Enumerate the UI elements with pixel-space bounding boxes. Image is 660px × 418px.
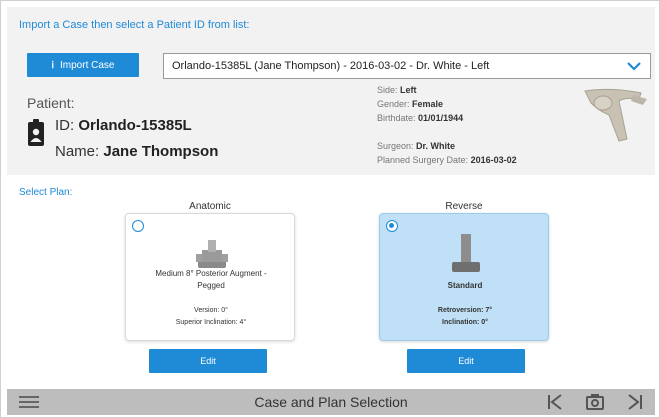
import-case-label: Import Case [60, 59, 115, 71]
anatomic-name-line2: Pegged [197, 281, 225, 290]
patient-name-prefix: Name: [55, 143, 100, 160]
anatomic-radio[interactable] [132, 220, 144, 232]
patient-name-value: Jane Thompson [103, 143, 219, 160]
surgeon-info: Surgeon: Dr. White [377, 141, 456, 151]
select-plan-label: Select Plan: [19, 187, 73, 198]
reverse-retroversion: Retroversion: 7° [437, 307, 493, 314]
scapula-image [584, 88, 647, 142]
patient-label: Patient: [27, 95, 75, 111]
reverse-inclination: Inclination: 0° [442, 319, 488, 326]
reverse-plan-card[interactable]: Standard Retroversion: 7° Inclination: 0… [379, 213, 549, 341]
chevron-down-icon [627, 62, 641, 71]
case-select-value: Orlando-15385L (Jane Thompson) - 2016-03… [172, 60, 490, 72]
anatomic-version: Version: 0° [194, 307, 228, 314]
patient-id: ID: Orlando-15385L [55, 117, 192, 134]
birthdate-info: Birthdate: 01/01/1944 [377, 113, 464, 123]
anatomic-edit-button[interactable]: Edit [149, 349, 267, 373]
id-badge-icon [28, 119, 44, 146]
app-window: Import a Case then select a Patient ID f… [0, 0, 660, 418]
patient-id-value: Orlando-15385L [78, 117, 192, 134]
reverse-implant-icon [452, 234, 480, 272]
camera-icon[interactable] [585, 393, 605, 411]
anatomic-inclination: Superior Inclination: 4° [175, 319, 247, 326]
anatomic-name-line1: Medium 8° Posterior Augment - [155, 269, 267, 278]
surgery-date-info: Planned Surgery Date: 2016-03-02 [377, 155, 517, 165]
case-select-dropdown[interactable]: Orlando-15385L (Jane Thompson) - 2016-03… [163, 53, 651, 79]
bottom-toolbar: Case and Plan Selection [7, 389, 655, 415]
reverse-edit-button[interactable]: Edit [407, 349, 525, 373]
patient-name: Name: Jane Thompson [55, 143, 218, 160]
reverse-radio[interactable] [386, 220, 398, 232]
first-page-icon[interactable] [545, 393, 565, 411]
info-icon: ⅰ [51, 59, 55, 70]
patient-id-prefix: ID: [55, 117, 75, 134]
anatomic-plan-card[interactable]: Medium 8° Posterior Augment - Pegged Ver… [125, 213, 295, 341]
gender-info: Gender: Female [377, 99, 444, 109]
anatomic-implant-icon [196, 240, 228, 268]
next-page-icon[interactable] [625, 393, 645, 411]
reverse-name: Standard [447, 281, 483, 290]
import-instructions: Import a Case then select a Patient ID f… [19, 19, 250, 31]
import-case-button[interactable]: ⅰ Import Case [27, 53, 139, 77]
reverse-title: Reverse [445, 201, 483, 212]
side-info: Side: Left [377, 85, 417, 95]
case-header-panel: Import a Case then select a Patient ID f… [7, 7, 655, 175]
anatomic-title: Anatomic [189, 201, 231, 212]
